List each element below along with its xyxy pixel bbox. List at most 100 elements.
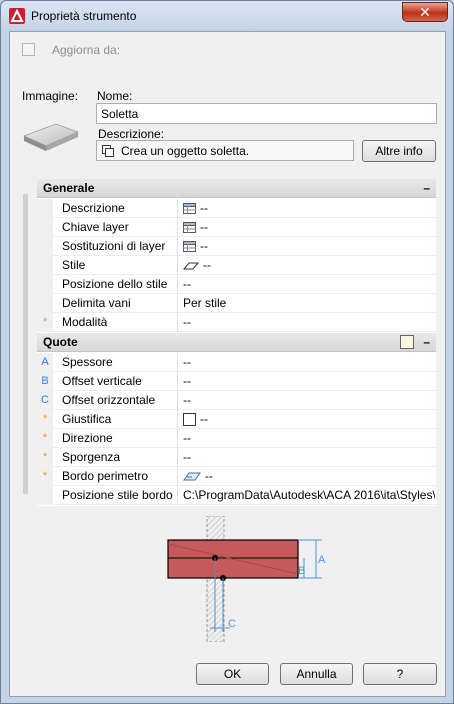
- property-value-text: --: [200, 220, 208, 234]
- justify-box-icon[interactable]: [183, 413, 196, 427]
- dimension-marker: A: [37, 353, 53, 372]
- dimension-label-a: A: [318, 554, 326, 566]
- property-value-text: C:\ProgramData\Autodesk\ACA 2016\ita\Sty…: [183, 488, 435, 502]
- help-button[interactable]: ?: [363, 663, 437, 685]
- property-value[interactable]: C:\ProgramData\Autodesk\ACA 2016\ita\Sty…: [183, 486, 435, 505]
- dimension-marker: [37, 199, 53, 218]
- category-quote-label: Quote: [43, 335, 78, 349]
- property-value-text: --: [183, 315, 191, 329]
- image-label: Immagine:: [22, 89, 79, 103]
- more-info-button[interactable]: Altre info: [362, 140, 436, 162]
- property-value-text: --: [183, 374, 191, 388]
- dimension-marker: [37, 486, 53, 505]
- tool-properties-window: Proprietà strumento ✕ Aggiorna da: Immag…: [0, 0, 454, 704]
- table-icon[interactable]: [183, 241, 196, 253]
- property-value-text: --: [183, 277, 191, 291]
- property-row[interactable]: * Modalità --: [37, 313, 436, 332]
- property-value[interactable]: --: [183, 218, 435, 237]
- update-from-label: Aggiorna da:: [52, 43, 121, 57]
- property-grid: Generale – Descrizione -- Chiave layer -- So…: [37, 179, 436, 506]
- property-value[interactable]: Per stile: [183, 294, 435, 313]
- property-row[interactable]: * Giustifica --: [37, 410, 436, 429]
- property-row[interactable]: Posizione dello stile --: [37, 275, 436, 294]
- property-value[interactable]: --: [183, 410, 435, 429]
- table-icon[interactable]: [183, 222, 196, 234]
- property-name: Modalità: [62, 313, 178, 332]
- property-value[interactable]: --: [183, 467, 435, 486]
- property-row[interactable]: * Bordo perimetro --: [37, 467, 436, 486]
- property-value[interactable]: --: [183, 391, 435, 410]
- property-row[interactable]: C Offset orizzontale --: [37, 391, 436, 410]
- property-row[interactable]: Sostituzioni di layer --: [37, 237, 436, 256]
- property-name: Posizione stile bordo: [62, 486, 178, 505]
- property-row[interactable]: * Sporgenza --: [37, 448, 436, 467]
- property-value-text: Per stile: [183, 296, 227, 310]
- property-value-text: --: [183, 450, 191, 464]
- property-value-text: --: [200, 239, 208, 253]
- edge-profile-icon[interactable]: [183, 471, 201, 482]
- table-icon[interactable]: [183, 203, 196, 215]
- category-quote[interactable]: Quote –: [37, 333, 436, 352]
- property-name: Direzione: [62, 429, 178, 448]
- description-text: Crea un oggetto soletta.: [121, 144, 250, 158]
- property-value[interactable]: --: [183, 199, 435, 218]
- property-row[interactable]: * Direzione --: [37, 429, 436, 448]
- property-row[interactable]: A Spessore --: [37, 353, 436, 372]
- property-row[interactable]: Descrizione --: [37, 199, 436, 218]
- dimension-marker: [37, 256, 53, 275]
- property-value[interactable]: --: [183, 275, 435, 294]
- property-name: Giustifica: [62, 410, 178, 429]
- property-value-text: --: [203, 258, 211, 272]
- property-value[interactable]: --: [183, 313, 435, 332]
- property-value[interactable]: --: [183, 237, 435, 256]
- property-value[interactable]: --: [183, 256, 435, 275]
- ok-button[interactable]: OK: [196, 663, 269, 685]
- slab-preview-image[interactable]: [22, 118, 80, 154]
- required-marker: *: [37, 410, 53, 429]
- property-name: Posizione dello stile: [62, 275, 178, 294]
- dimension-marker: B: [37, 372, 53, 391]
- title-bar[interactable]: Proprietà strumento ✕: [1, 1, 453, 31]
- grid-scrollbar[interactable]: [23, 194, 28, 494]
- update-from-checkbox[interactable]: [22, 43, 35, 56]
- name-field[interactable]: Soletta: [96, 103, 437, 124]
- description-field[interactable]: Crea un oggetto soletta.: [96, 140, 354, 161]
- collapse-generale-button[interactable]: –: [423, 179, 430, 198]
- property-value-text: --: [200, 412, 208, 426]
- autodesk-app-icon: [9, 8, 25, 24]
- dimension-label-c: C: [228, 618, 236, 630]
- dimension-marker: C: [37, 391, 53, 410]
- property-value-text: --: [200, 201, 208, 215]
- property-row[interactable]: Posizione stile bordo C:\ProgramData\Auto…: [37, 486, 436, 505]
- property-row[interactable]: Delimita vani Per stile: [37, 294, 436, 313]
- property-row[interactable]: Stile --: [37, 256, 436, 275]
- property-value-text: --: [183, 431, 191, 445]
- dimension-marker: [37, 218, 53, 237]
- property-name: Offset verticale: [62, 372, 178, 391]
- required-marker: *: [37, 313, 53, 332]
- quote-settings-icon[interactable]: [400, 335, 414, 349]
- property-value[interactable]: --: [183, 372, 435, 391]
- dimension-marker: [37, 294, 53, 313]
- property-value[interactable]: --: [183, 448, 435, 467]
- property-value-text: --: [183, 355, 191, 369]
- dimension-marker: [37, 275, 53, 294]
- property-name: Descrizione: [62, 199, 178, 218]
- close-button[interactable]: ✕: [402, 2, 448, 22]
- property-value[interactable]: --: [183, 353, 435, 372]
- property-value-text: --: [183, 393, 191, 407]
- property-row[interactable]: B Offset verticale --: [37, 372, 436, 391]
- slab-style-icon[interactable]: [183, 261, 199, 271]
- copy-icon: [102, 145, 114, 157]
- category-generale[interactable]: Generale –: [37, 179, 436, 198]
- collapse-quote-button[interactable]: –: [423, 333, 430, 352]
- property-value[interactable]: --: [183, 429, 435, 448]
- required-marker: *: [37, 429, 53, 448]
- property-row[interactable]: Chiave layer --: [37, 218, 436, 237]
- dimension-label-b: B: [298, 565, 305, 577]
- dimension-marker: [37, 237, 53, 256]
- window-title: Proprietà strumento: [31, 9, 137, 23]
- cancel-button[interactable]: Annulla: [280, 663, 353, 685]
- property-name: Chiave layer: [62, 218, 178, 237]
- slab-dimension-diagram: A B C: [167, 516, 326, 642]
